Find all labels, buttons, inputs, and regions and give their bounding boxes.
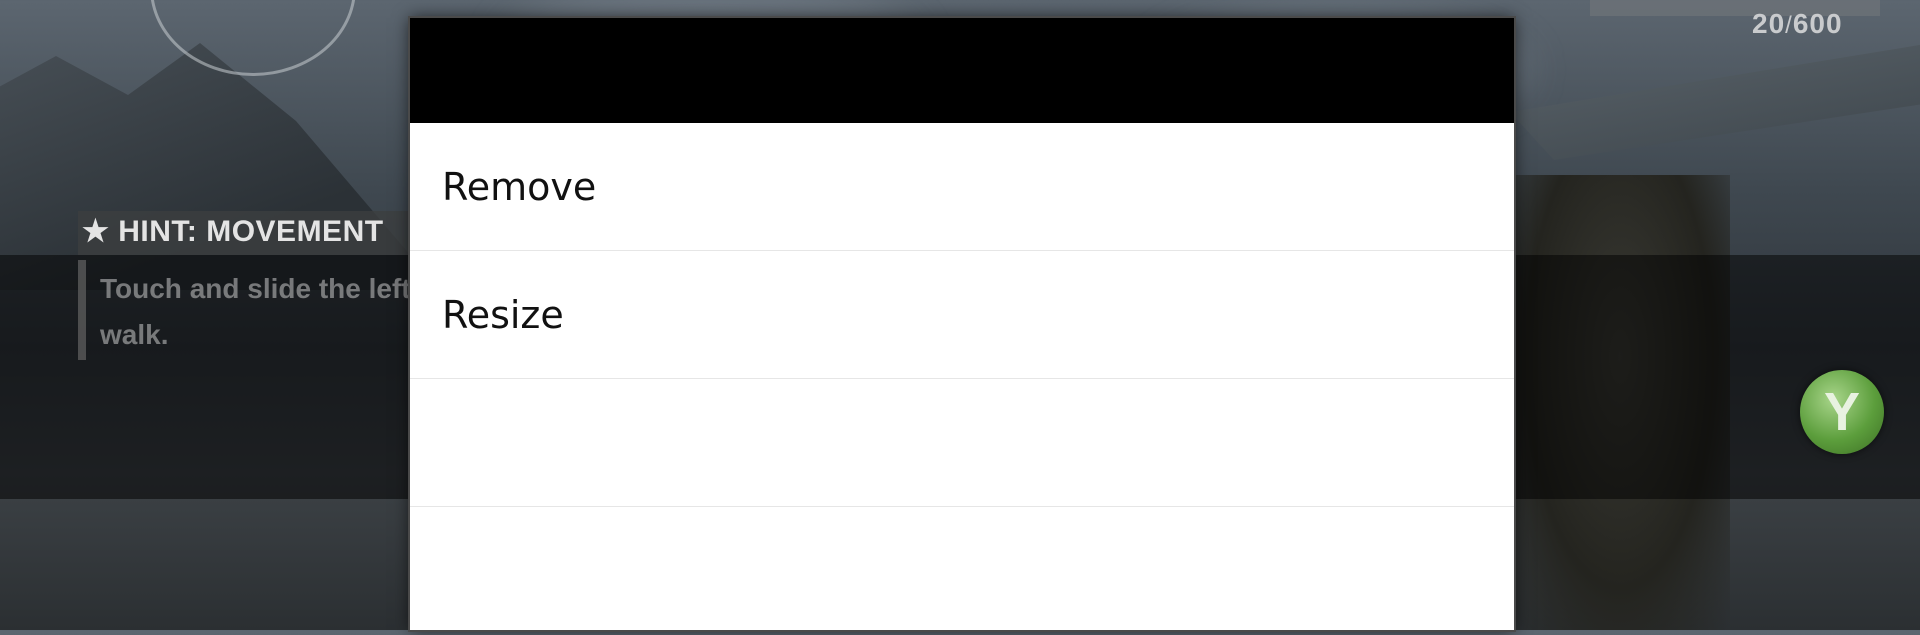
menu-item-blurred[interactable] <box>410 507 1514 635</box>
dialog-title-bar <box>410 18 1514 123</box>
menu-item-remove[interactable]: Remove <box>410 123 1514 251</box>
hint-title: ★ HINT: MOVEMENT <box>82 215 384 248</box>
menu-item-resize[interactable]: Resize <box>410 251 1514 379</box>
menu-item-blurred[interactable] <box>410 379 1514 507</box>
roof <box>1510 40 1920 160</box>
ammo-separator: / <box>1785 12 1793 39</box>
ammo-max: 600 <box>1792 8 1843 39</box>
y-action-button[interactable]: Y <box>1800 370 1884 454</box>
hint-divider <box>78 260 86 360</box>
ammo-current: 20 <box>1752 8 1786 39</box>
ammo-counter: 20/600 <box>1752 8 1843 40</box>
hint-text: Touch and slide the left walk. <box>100 273 411 350</box>
context-menu-dialog: Remove Resize <box>410 18 1514 630</box>
